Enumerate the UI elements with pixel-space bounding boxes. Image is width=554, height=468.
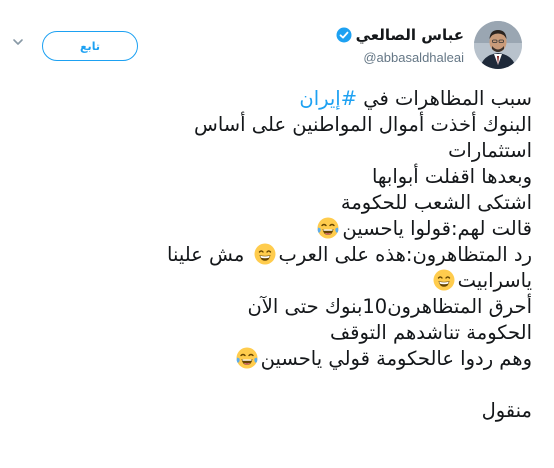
grinning-face-with-smiling-eyes-icon bbox=[253, 242, 277, 266]
tweet-line-text: مش علينا bbox=[167, 243, 251, 266]
tweet-text: سبب المظاهرات في #إيران البنوك أخذت أموا… bbox=[20, 86, 532, 424]
tweet-line-text: أحرق المتظاهرون10بنوك حتى الآن bbox=[247, 295, 532, 318]
tweet-line-text: اشتكى الشعب للحكومة bbox=[340, 191, 532, 214]
tweet-line-text: قالت لهم:قولوا ياحسين bbox=[342, 217, 532, 240]
verified-badge-icon bbox=[336, 27, 352, 43]
tweet-line: استثمارات bbox=[20, 138, 532, 164]
display-name[interactable]: عباس الصالعي bbox=[356, 26, 464, 44]
face-with-tears-of-joy-icon bbox=[316, 216, 340, 240]
face-with-tears-of-joy-icon bbox=[235, 346, 259, 370]
grinning-face-with-smiling-eyes-icon bbox=[432, 268, 456, 292]
tweet-line: أحرق المتظاهرون10بنوك حتى الآن bbox=[20, 294, 532, 320]
tweet-line: قالت لهم:قولوا ياحسين bbox=[20, 216, 532, 242]
tweet-line-text: سبب المظاهرات في bbox=[357, 87, 532, 110]
tweet-card: تابع عباس الصالعي @abbasaldhaleai سبب ال… bbox=[0, 0, 554, 468]
name-row: عباس الصالعي bbox=[336, 25, 464, 45]
tweet-line: الحكومة تناشدهم التوقف bbox=[20, 320, 532, 346]
tweet-line-text: البنوك أخذت أموال المواطنين على أساس bbox=[194, 113, 532, 136]
tweet-line-text: رد المتظاهرون:هذه على العرب bbox=[278, 243, 532, 266]
tweet-line: وبعدها اقفلت أبوابها bbox=[20, 164, 532, 190]
tweet-line-text: ياسرابيت bbox=[457, 269, 532, 292]
tweet-line: البنوك أخذت أموال المواطنين على أساس bbox=[20, 112, 532, 138]
follow-button-label: تابع bbox=[80, 39, 100, 53]
chevron-down-icon[interactable] bbox=[12, 36, 24, 48]
tweet-line-text: وهم ردوا عالحكومة قولي ياحسين bbox=[260, 347, 532, 370]
tweet-header: تابع عباس الصالعي @abbasaldhaleai bbox=[0, 0, 554, 90]
tweet-line-text: منقول bbox=[481, 399, 532, 422]
hashtag-link[interactable]: #إيران bbox=[299, 87, 357, 110]
tweet-line: منقول bbox=[20, 398, 532, 424]
tweet-line-text: استثمارات bbox=[448, 139, 532, 162]
tweet-line-text: وبعدها اقفلت أبوابها bbox=[371, 165, 532, 188]
tweet-line: سبب المظاهرات في #إيران bbox=[20, 86, 532, 112]
follow-button[interactable]: تابع bbox=[42, 31, 138, 61]
user-handle[interactable]: @abbasaldhaleai bbox=[363, 50, 464, 65]
tweet-line-text: الحكومة تناشدهم التوقف bbox=[330, 321, 532, 344]
tweet-line: وهم ردوا عالحكومة قولي ياحسين bbox=[20, 346, 532, 372]
tweet-line: ياسرابيت bbox=[20, 268, 532, 294]
tweet-line: اشتكى الشعب للحكومة bbox=[20, 190, 532, 216]
avatar[interactable] bbox=[474, 21, 522, 69]
tweet-line: رد المتظاهرون:هذه على العرب مش علينا bbox=[20, 242, 532, 268]
